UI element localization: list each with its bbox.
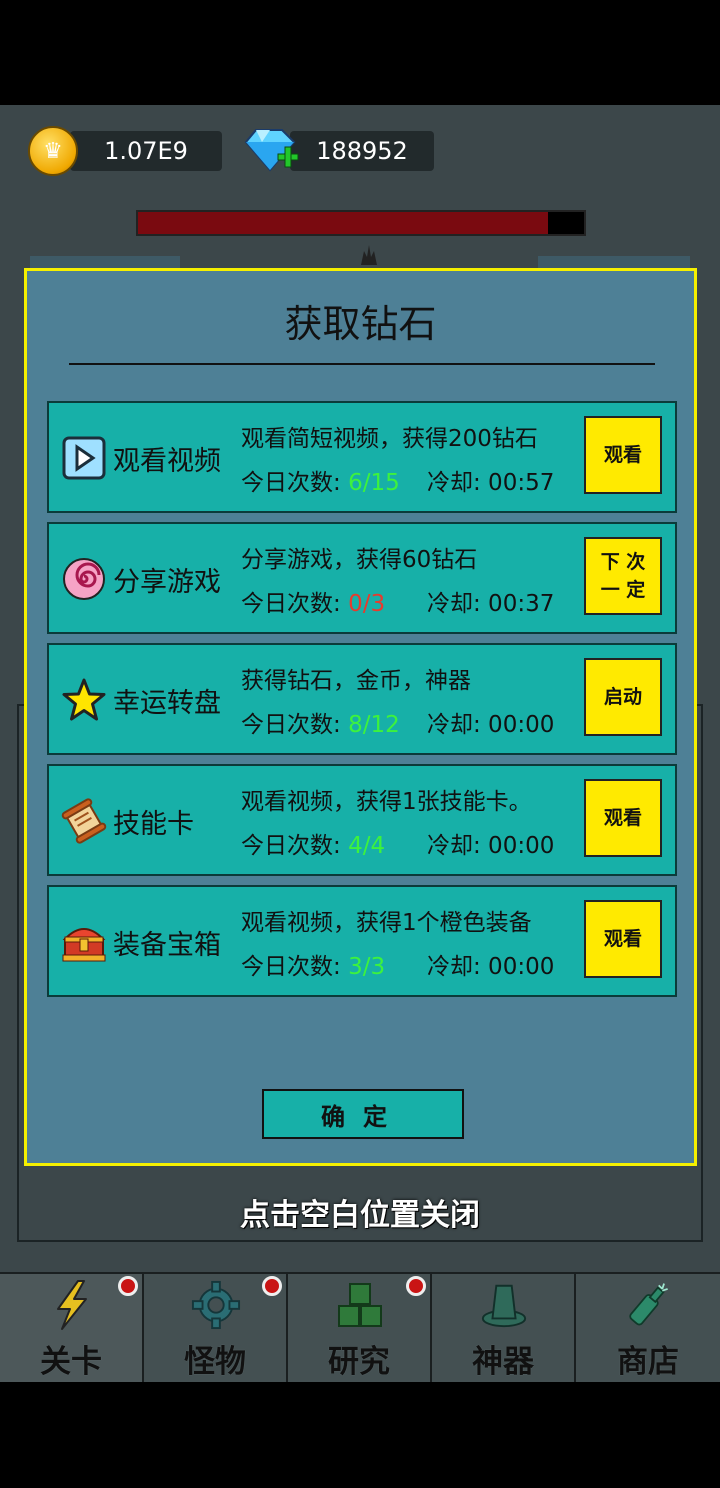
reward-row-share-game: 分享游戏 分享游戏，获得60钻石 今日次数: 0/3 冷却: 00:37 下 次… [47, 522, 677, 634]
diamond-counter: 188952 [290, 131, 434, 171]
hat-icon [479, 1280, 529, 1330]
daily-count-value: 3/3 [348, 954, 386, 980]
daily-count: 今日次数: 4/4 [241, 826, 385, 860]
row-title: 幸运转盘 [113, 688, 221, 719]
tab-artifacts[interactable]: 神器 [432, 1274, 576, 1382]
daily-count-value: 4/4 [348, 833, 386, 859]
close-hint[interactable]: 点击空白位置关闭 [0, 1190, 720, 1234]
daily-count: 今日次数: 0/3 [241, 584, 385, 618]
row-title: 分享游戏 [113, 567, 221, 598]
daily-count: 今日次数: 6/15 [241, 463, 400, 497]
gear-icon [191, 1280, 241, 1330]
row-description: 分享游戏，获得60钻石 [241, 547, 478, 573]
get-diamonds-dialog: 获取钻石 观看视频 观看简短视频，获得200钻石 今日次数: 6/15 冷却: … [24, 268, 697, 1166]
reward-row-equipment-chest: 装备宝箱 观看视频，获得1个橙色装备 今日次数: 3/3 冷却: 00:00 观… [47, 885, 677, 997]
daily-count: 今日次数: 8/12 [241, 705, 400, 739]
gold-coin-icon: ♛ [28, 126, 78, 176]
tab-label: 神器 [472, 1344, 534, 1380]
treasure-chest-icon [61, 919, 107, 965]
confirm-button[interactable]: 确定 [262, 1089, 464, 1139]
row-title: 技能卡 [113, 809, 194, 840]
boss-hp-fill [138, 212, 549, 234]
tab-shop[interactable]: 商店 [576, 1274, 720, 1382]
boss-sprite-icon [358, 243, 380, 267]
gold-counter: 1.07E9 [70, 131, 222, 171]
cooldown-timer: 冷却: 00:00 [427, 954, 555, 980]
reward-row-skill-card: 技能卡 观看视频，获得1张技能卡。 今日次数: 4/4 冷却: 00:00 观看 [47, 764, 677, 876]
tab-research[interactable]: 研究 [288, 1274, 432, 1382]
watch-button[interactable]: 观看 [584, 900, 662, 978]
row-description: 获得钻石，金币，神器 [241, 668, 471, 694]
button-line-1: 下 次 [600, 551, 646, 573]
row-description: 观看视频，获得1张技能卡。 [241, 789, 532, 815]
diamond-add-icon[interactable] [242, 128, 300, 174]
daily-count-label: 今日次数: [241, 470, 349, 496]
start-button[interactable]: 启动 [584, 658, 662, 736]
tab-label: 研究 [328, 1344, 390, 1380]
cooldown-timer: 冷却: 00:57 [427, 470, 555, 496]
watch-button[interactable]: 观看 [584, 779, 662, 857]
bottom-tab-bar: 关卡 怪物 研究 神器 商店 [0, 1272, 720, 1382]
bottle-icon [623, 1280, 673, 1330]
row-title: 观看视频 [113, 446, 221, 477]
gold-amount: 1.07E9 [104, 137, 188, 165]
reward-row-lucky-wheel: 幸运转盘 获得钻石，金币，神器 今日次数: 8/12 冷却: 00:00 启动 [47, 643, 677, 755]
daily-count-value: 6/15 [348, 470, 400, 496]
daily-count-label: 今日次数: [241, 833, 349, 859]
play-icon [61, 435, 107, 481]
scroll-icon [61, 798, 107, 844]
notification-badge [118, 1276, 138, 1296]
title-divider [69, 363, 655, 365]
daily-count-label: 今日次数: [241, 591, 349, 617]
row-description: 观看视频，获得1个橙色装备 [241, 910, 532, 936]
swirl-icon [61, 556, 107, 602]
cooldown-timer: 冷却: 00:00 [427, 833, 555, 859]
tab-label: 商店 [617, 1344, 679, 1380]
row-description: 观看简短视频，获得200钻石 [241, 426, 538, 452]
daily-count: 今日次数: 3/3 [241, 947, 385, 981]
tab-label: 怪物 [184, 1344, 246, 1380]
dialog-title: 获取钻石 [284, 302, 437, 346]
star-icon [61, 677, 107, 723]
cooldown-timer: 冷却: 00:00 [427, 712, 555, 738]
cooldown-timer: 冷却: 00:37 [427, 591, 555, 617]
boss-hp-bar [136, 210, 586, 236]
lightning-icon [47, 1280, 97, 1330]
daily-count-label: 今日次数: [241, 712, 349, 738]
row-title: 装备宝箱 [113, 930, 221, 961]
tab-stages[interactable]: 关卡 [0, 1274, 144, 1382]
daily-count-label: 今日次数: [241, 954, 349, 980]
daily-count-value: 0/3 [348, 591, 386, 617]
blocks-icon [335, 1280, 385, 1330]
notification-badge [406, 1276, 426, 1296]
daily-count-value: 8/12 [348, 712, 400, 738]
watch-button[interactable]: 观看 [584, 416, 662, 494]
notification-badge [262, 1276, 282, 1296]
diamond-amount: 188952 [316, 137, 408, 165]
button-line-2: 一 定 [600, 579, 646, 601]
tab-monsters[interactable]: 怪物 [144, 1274, 288, 1382]
next-time-button[interactable]: 下 次 一 定 [584, 537, 662, 615]
tab-label: 关卡 [40, 1344, 102, 1380]
reward-row-watch-video: 观看视频 观看简短视频，获得200钻石 今日次数: 6/15 冷却: 00:57… [47, 401, 677, 513]
